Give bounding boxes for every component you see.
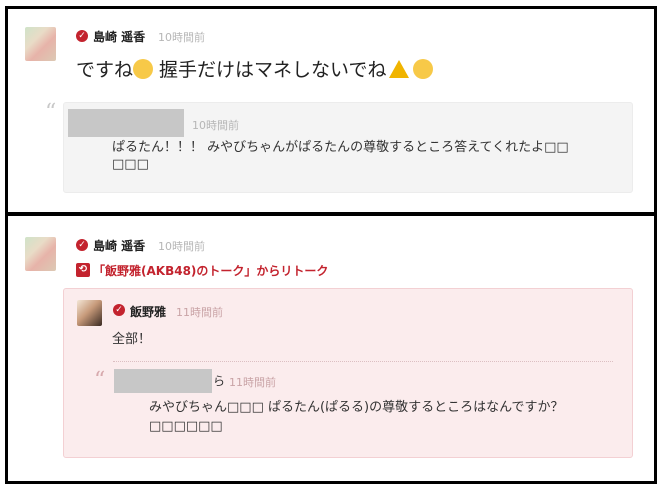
- author-name[interactable]: 島崎 遥香: [93, 237, 145, 254]
- retalk-icon: ⟲: [76, 263, 90, 277]
- divider: [113, 361, 613, 362]
- verified-badge-icon: ✓: [76, 30, 88, 42]
- author-avatar[interactable]: [25, 237, 56, 271]
- nested-text-line1: みやびちゃん□□□ ぱるたん(ぱるる)の尊敬するところはなんですか？: [149, 400, 564, 415]
- nested-time: 11時間前: [229, 376, 276, 389]
- warning-emoji: [388, 60, 409, 78]
- retalk-author-avatar[interactable]: [77, 300, 102, 326]
- retalked-talk[interactable]: ✓ 飯野雅 11時間前 全部！ “ ら 11時間前 みやびちゃん□□□ ぱるたん…: [63, 288, 633, 458]
- nested-author-name-tail: ら: [213, 374, 226, 388]
- message-text-1: ですね: [76, 59, 134, 81]
- message-text-2: 握手だけはマネしないでね: [153, 59, 387, 81]
- laughing-tears-emoji: [412, 59, 433, 79]
- quote-mark-icon: “: [45, 100, 57, 125]
- verified-badge-icon: ✓: [76, 239, 88, 251]
- quote-mark-icon: “: [94, 368, 106, 393]
- verified-badge-icon: ✓: [113, 304, 125, 316]
- author-avatar[interactable]: [25, 27, 56, 61]
- post-message: ですね 握手だけはマネしないでね: [76, 55, 433, 82]
- retalk-author-name[interactable]: 飯野雅: [130, 303, 166, 320]
- grinning-face-emoji: [133, 59, 154, 79]
- redacted-avatar-and-name: [68, 109, 184, 137]
- quoted-talk[interactable]: 10時間前 ぱるたん！！！ みやびちゃんがぱるたんの尊敬するところ答えてくれたよ…: [63, 102, 633, 193]
- post-time: 10時間前: [158, 240, 205, 253]
- nested-text-line2: □□□□□□: [149, 419, 223, 434]
- author-name[interactable]: 島崎 遥香: [93, 28, 145, 45]
- retalk-source-link[interactable]: 「飯野雅(AKB48)のトーク」からリトーク: [93, 262, 328, 279]
- redacted-avatar-and-name: [114, 369, 212, 393]
- quoted-text-line2: □□□: [112, 157, 149, 172]
- quoted-text-line1: ぱるたん！！！ みやびちゃんがぱるたんの尊敬するところ答えてくれたよ□□: [112, 140, 569, 155]
- post-time: 10時間前: [158, 31, 205, 44]
- retalk-time: 11時間前: [176, 306, 223, 319]
- talk-post: ✓ 島崎 遥香 10時間前 ですね 握手だけはマネしないでね “ 10時間前 ぱ…: [5, 6, 657, 215]
- quoted-time: 10時間前: [192, 119, 239, 132]
- retalk-message: 全部！: [112, 332, 152, 347]
- talk-post: ✓ 島崎 遥香 10時間前 ⟲ 「飯野雅(AKB48)のトーク」からリトーク ✓…: [5, 213, 657, 484]
